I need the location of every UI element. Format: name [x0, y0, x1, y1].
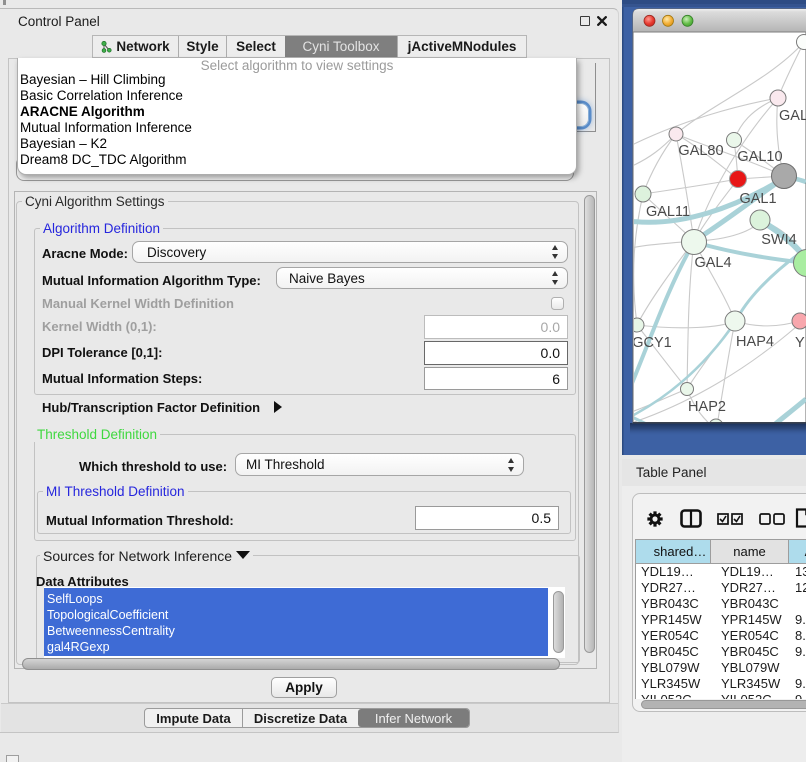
svg-text:GAL1: GAL1: [739, 191, 776, 207]
svg-text:SWI4: SWI4: [761, 232, 796, 248]
svg-text:HAP2: HAP2: [688, 399, 726, 415]
svg-text:GAL80: GAL80: [678, 143, 723, 159]
svg-text:GAL2: GAL2: [779, 108, 806, 124]
svg-text:GAL10: GAL10: [737, 149, 782, 165]
svg-text:GAL4: GAL4: [694, 255, 731, 271]
svg-text:HAP4: HAP4: [736, 334, 774, 350]
svg-text:Y: Y: [795, 335, 805, 351]
svg-text:GAL11: GAL11: [646, 204, 690, 220]
svg-text:GCY1: GCY1: [632, 335, 672, 351]
